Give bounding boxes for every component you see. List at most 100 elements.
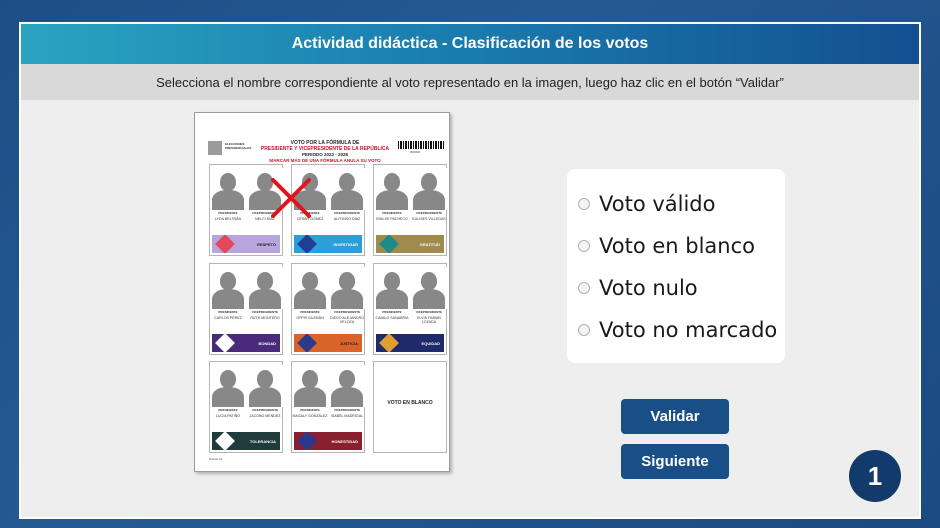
candidate-role: PRESIDENTE (382, 211, 402, 215)
option-voto-valido[interactable]: Voto válido (567, 183, 785, 225)
party-name: BONDAD (258, 340, 276, 346)
party-logo-icon (297, 235, 317, 253)
party-banner: EQUIDAD (376, 334, 444, 352)
candidate-silhouette-icon (329, 267, 365, 309)
candidate-name: RUTH MONTERO (250, 316, 280, 320)
radio-icon[interactable] (578, 198, 590, 210)
ballot-header: ELECCIONES PRESIDENCIALES VOTO POR LA FÓ… (195, 113, 449, 163)
blank-vote-label: VOTO EN BLANCO (387, 400, 433, 406)
candidate-name: MAGALY GONZÁLEZ (292, 414, 328, 418)
party-logo-icon (215, 235, 235, 253)
ballot-image: ELECCIONES PRESIDENCIALES VOTO POR LA FÓ… (194, 112, 450, 472)
candidate-role: PRESIDENTE (218, 408, 238, 412)
party-name: RESPETO (256, 241, 276, 247)
candidate-role: VICEPRESIDENTE (251, 408, 279, 412)
candidate-role: VICEPRESIDENTE (415, 310, 443, 314)
candidate-silhouette-icon (329, 168, 365, 210)
candidate-silhouette-icon (411, 168, 447, 210)
party-logo-icon (379, 235, 399, 253)
candidate-cell: PRESIDENTE LUCIA PATIÑO VICEPRESIDENTE JACO… (209, 361, 283, 453)
candidate-role: VICEPRESIDENTE (415, 211, 443, 215)
candidate-silhouette-icon (210, 365, 246, 407)
candidate-name: ALFONSO DÍAZ (333, 217, 361, 221)
ballot-code: 000000 (410, 150, 421, 154)
candidate-name: JACOBO MENDEZ (249, 414, 281, 418)
candidate-silhouette-icon (411, 267, 447, 309)
blank-vote-cell: VOTO EN BLANCO (373, 361, 447, 453)
party-logo-icon (215, 334, 235, 352)
candidate-name: LUCIA PATIÑO (215, 414, 241, 418)
party-banner: TOLERANCIA (212, 432, 280, 450)
option-voto-en-blanco[interactable]: Voto en blanco (567, 225, 785, 267)
party-name: HONESTIDAD (331, 438, 358, 444)
candidate-name: CAMILO SANABRIA (375, 316, 409, 320)
party-banner: BONDAD (212, 334, 280, 352)
party-banner: INVESTIGAR (294, 235, 362, 253)
activity-frame: Actividad didáctica - Clasificación de l… (19, 22, 921, 519)
party-name: JUSTICIA (339, 340, 358, 346)
candidate-role: VICEPRESIDENTE (333, 408, 361, 412)
party-logo-icon (379, 334, 399, 352)
candidate-role: PRESIDENTE (218, 211, 238, 215)
radio-icon[interactable] (578, 240, 590, 252)
candidate-cell: PRESIDENTE CARLOS PÉREZ VICEPRESIDENTE RUTH… (209, 263, 283, 355)
party-banner: RESPETO (212, 235, 280, 253)
candidate-name: OFFIR GUZMÁN (296, 316, 324, 320)
radio-icon[interactable] (578, 282, 590, 294)
candidate-role: PRESIDENTE (300, 408, 320, 412)
validate-button[interactable]: Validar (621, 399, 729, 434)
candidate-name: ISABEL MADRIGAL (330, 414, 364, 418)
candidate-silhouette-icon (247, 267, 283, 309)
option-label: Voto válido (599, 192, 716, 216)
option-label: Voto en blanco (599, 234, 755, 258)
candidate-role: VICEPRESIDENTE (251, 310, 279, 314)
candidate-cell: PRESIDENTE OFFIR GUZMÁN VICEPRESIDENTE DIEG… (291, 263, 365, 355)
candidate-name: EULISES VILLEGAS (412, 217, 446, 221)
candidate-silhouette-icon (374, 267, 410, 309)
barcode-icon (398, 141, 445, 149)
candidate-name: DIEGO ALEJANDRO VELOZA (330, 316, 364, 324)
candidate-name: EMILSE PACHECO (376, 217, 408, 221)
candidate-silhouette-icon (292, 365, 328, 407)
party-logo-icon (215, 432, 235, 450)
candidate-silhouette-icon (292, 267, 328, 309)
candidate-silhouette-icon (374, 168, 410, 210)
party-name: EQUIDAD (421, 340, 440, 346)
party-banner: JUSTICIA (294, 334, 362, 352)
candidate-role: PRESIDENTE (300, 310, 320, 314)
option-voto-nulo[interactable]: Voto nulo (567, 267, 785, 309)
option-voto-no-marcado[interactable]: Voto no marcado (567, 309, 785, 351)
candidate-role: VICEPRESIDENTE (333, 211, 361, 215)
activity-title: Actividad didáctica - Clasificación de l… (21, 24, 919, 64)
candidate-name: ELVIS FABIAN LOZADA (417, 316, 441, 324)
ballot-footer: Diseño 01 (209, 457, 223, 461)
party-name: TOLERANCIA (249, 438, 276, 444)
option-label: Voto nulo (599, 276, 698, 300)
party-logo-icon (297, 432, 317, 450)
candidate-silhouette-icon (210, 267, 246, 309)
option-label: Voto no marcado (599, 318, 778, 342)
candidate-silhouette-icon (329, 365, 365, 407)
candidate-name: CARLOS PÉREZ (214, 316, 242, 320)
candidate-cell: PRESIDENTE CAMILO SANABRIA VICEPRESIDENTE E… (373, 263, 447, 355)
party-banner: GRATITUD (376, 235, 444, 253)
ballot-warning: MARCAR MÁS DE UNA FÓRMULA ANULA SU VOTO (269, 158, 381, 163)
candidate-role: VICEPRESIDENTE (333, 310, 361, 314)
party-banner: HONESTIDAD (294, 432, 362, 450)
party-name: GRATITUD (419, 241, 440, 247)
page-number-badge: 1 (849, 450, 901, 502)
vote-options-panel: Voto válido Voto en blanco Voto nulo Vot… (567, 169, 785, 363)
party-logo-icon (297, 334, 317, 352)
candidate-cell: PRESIDENTE EMILSE PACHECO VICEPRESIDENTE EU… (373, 164, 447, 256)
instructions-text: Selecciona el nombre correspondiente al … (21, 64, 919, 100)
ballot-heading-3: PERIODO 2022 - 2026 (301, 152, 349, 157)
candidate-role: PRESIDENTE (218, 310, 238, 314)
radio-icon[interactable] (578, 324, 590, 336)
candidate-cell: PRESIDENTE MAGALY GONZÁLEZ VICEPRESIDENTE I… (291, 361, 365, 453)
candidate-role: PRESIDENTE (382, 310, 402, 314)
candidate-silhouette-icon (210, 168, 246, 210)
candidate-silhouette-icon (247, 365, 283, 407)
party-name: INVESTIGAR (333, 241, 358, 247)
next-button[interactable]: Siguiente (621, 444, 729, 479)
x-mark-icon (271, 178, 311, 218)
